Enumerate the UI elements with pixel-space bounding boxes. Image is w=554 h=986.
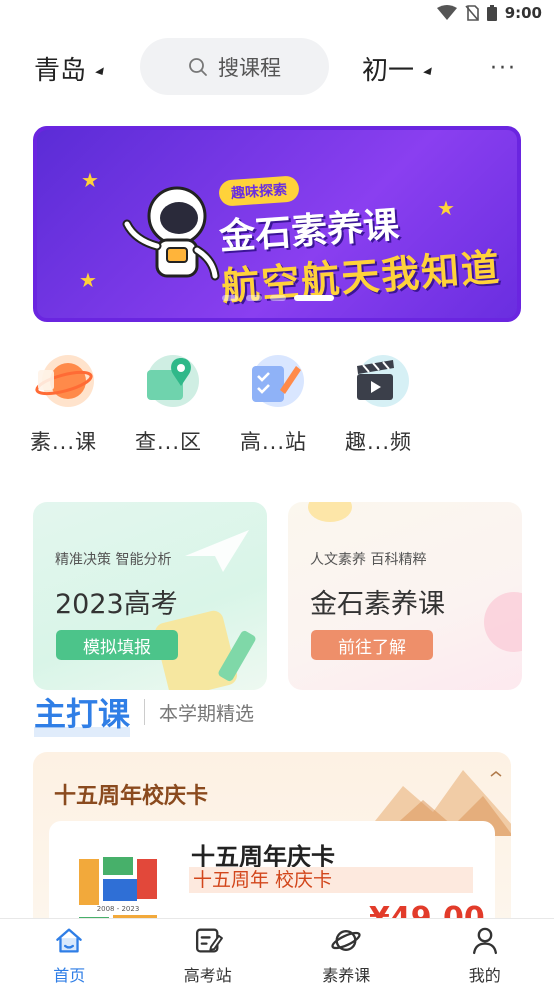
nav-label: 首页	[53, 966, 86, 985]
search-icon	[189, 57, 207, 76]
sun-decoration	[308, 502, 352, 522]
nav-quality-course[interactable]: 素养课	[277, 919, 416, 986]
quick-link-label: 素...课	[30, 430, 98, 454]
quick-link-label: 高...站	[240, 430, 308, 454]
banner-tag: 趣味探索	[218, 175, 300, 207]
card-subtitle: 人文素养 百科精粹	[310, 552, 427, 568]
clapperboard-icon	[357, 355, 409, 407]
pagination-dot-active	[294, 295, 334, 301]
learn-more-button[interactable]: 前往了解	[311, 630, 433, 660]
quick-link-label: 查...区	[135, 430, 203, 454]
search-box[interactable]: 搜课程	[140, 38, 329, 95]
quick-link-quality-course[interactable]: 素...课	[30, 352, 135, 462]
quick-link-query-zone[interactable]: 查...区	[135, 352, 240, 462]
quick-link-exam-station[interactable]: 高...站	[240, 352, 345, 462]
status-bar: 9:00	[0, 0, 554, 30]
card-subtitle: 精准决策 智能分析	[55, 552, 172, 568]
card-title: 2023高考	[55, 589, 178, 620]
star-decoration: ★	[81, 168, 99, 192]
nav-label: 素养课	[322, 966, 371, 985]
circle-decoration	[484, 592, 522, 652]
nav-profile[interactable]: 我的	[416, 919, 554, 986]
city-selector[interactable]: 青岛	[34, 50, 107, 87]
course-tagline: 十五周年 校庆卡	[189, 867, 473, 893]
status-icons: 9:00	[436, 4, 542, 22]
divider	[144, 699, 146, 725]
grade-selector[interactable]: 初一	[362, 50, 435, 87]
nav-exam-station[interactable]: 高考站	[139, 919, 278, 986]
planet-icon	[35, 355, 94, 407]
checklist-icon	[252, 355, 304, 407]
search-placeholder: 搜课程	[218, 55, 281, 80]
quick-link-fun-video[interactable]: 趣...频	[345, 352, 450, 462]
top-bar: 青岛 搜课程 初一 ···	[0, 38, 554, 96]
map-pin-icon	[147, 355, 199, 407]
caret-down-icon	[423, 66, 435, 78]
bottom-nav: 首页 高考站 素养课 我的	[0, 918, 554, 986]
nav-label: 高考站	[183, 966, 232, 985]
promo-banner[interactable]: ★ ★ ★ 趣味探索 金石素养课 航空航天我知道	[33, 126, 521, 322]
no-sim-icon	[465, 5, 479, 21]
battery-icon	[486, 5, 497, 21]
grade-label: 初一	[362, 56, 415, 86]
quick-links: 素...课 查...区 高...站 趣...频	[30, 352, 450, 462]
section-header: 主打课 本学期精选	[34, 689, 255, 737]
planet-icon	[331, 930, 361, 951]
simulate-apply-button[interactable]: 模拟填报	[56, 630, 178, 660]
pagination-dot	[270, 295, 286, 301]
star-decoration: ★	[79, 268, 97, 292]
edit-note-icon	[195, 928, 223, 953]
thumbnail-years: 2008 - 2023	[97, 905, 140, 913]
status-time: 9:00	[504, 4, 542, 22]
more-menu-icon[interactable]: ···	[490, 56, 517, 81]
person-icon	[472, 927, 497, 955]
quick-link-label: 趣...频	[345, 430, 413, 454]
banner-pagination	[222, 295, 334, 301]
pagination-dot	[246, 295, 262, 301]
caret-down-icon	[95, 66, 107, 78]
promo-card-gaokao[interactable]: 精准决策 智能分析 2023高考 模拟填报	[33, 502, 267, 690]
pagination-dot	[222, 295, 238, 301]
nav-label: 我的	[468, 966, 501, 985]
star-decoration: ★	[437, 196, 455, 220]
paper-plane-icon	[185, 530, 249, 572]
section-title: 主打课	[34, 689, 131, 737]
astronaut-illustration	[122, 186, 220, 281]
city-label: 青岛	[34, 56, 87, 86]
course-card-title: 十五周年校庆卡	[54, 784, 209, 809]
promo-card-quality-course[interactable]: 人文素养 百科精粹 金石素养课 前往了解	[288, 502, 522, 690]
nav-home[interactable]: 首页	[0, 919, 139, 986]
wifi-icon	[436, 5, 457, 20]
card-title: 金石素养课	[310, 589, 445, 620]
section-subtitle: 本学期精选	[159, 702, 255, 725]
home-icon	[56, 928, 83, 953]
